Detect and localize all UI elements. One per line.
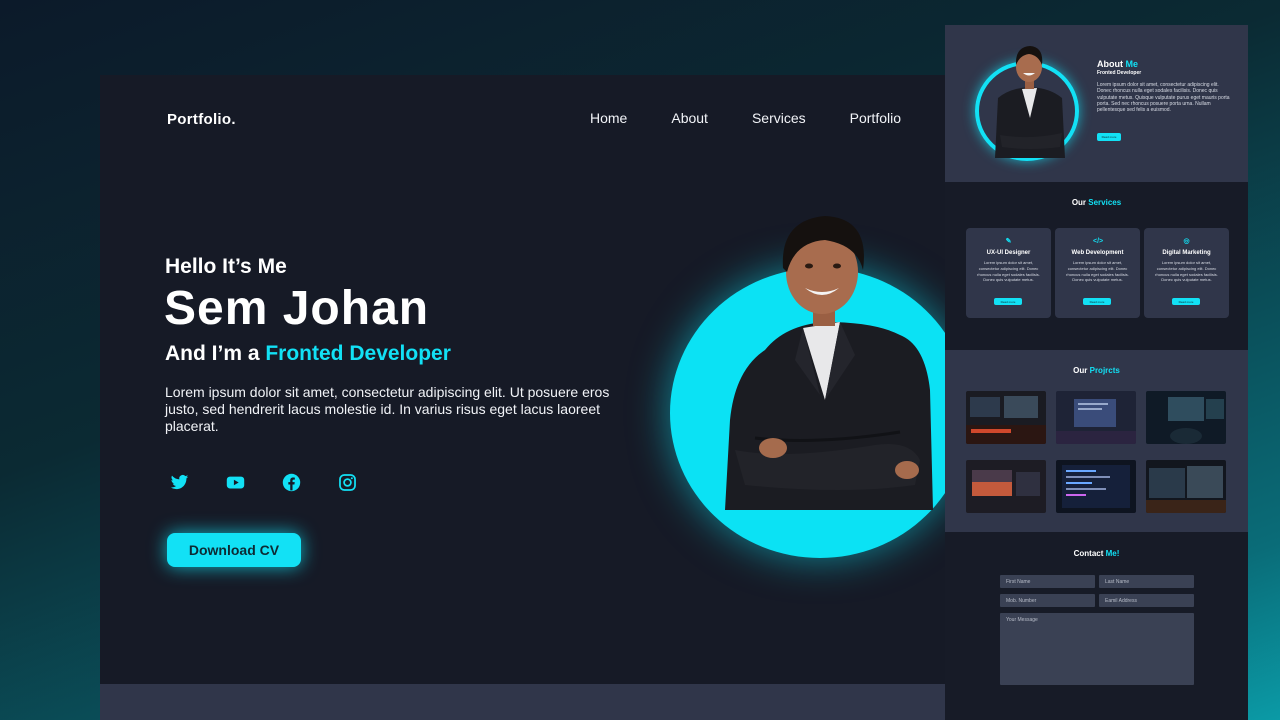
project-thumbnail[interactable] — [1056, 391, 1136, 444]
projects-title-prefix: Our — [1073, 366, 1090, 375]
hero-description: Lorem ipsum dolor sit amet, consectetur … — [165, 384, 610, 434]
services-title: Our Services — [945, 198, 1248, 207]
service-name: Digital Marketing — [1162, 250, 1211, 256]
twitter-icon[interactable] — [170, 473, 189, 492]
projects-title-highlight: Projrcts — [1089, 366, 1120, 375]
first-name-field[interactable] — [1000, 575, 1095, 588]
about-text: Lorem ipsum dolor sit amet, consectetur … — [1097, 82, 1230, 114]
service-read-more-button[interactable]: Read more — [1083, 298, 1111, 305]
hero-greeting: Hello It’s Me — [165, 255, 287, 278]
service-read-more-button[interactable]: Read more — [994, 298, 1022, 305]
about-subtitle: Fronted Developer — [1097, 70, 1142, 76]
youtube-icon[interactable] — [226, 473, 245, 492]
email-field[interactable] — [1099, 594, 1194, 607]
nav-portfolio[interactable]: Portfolio — [850, 110, 901, 126]
services-title-prefix: Our — [1071, 198, 1089, 207]
about-section: About Me Fronted Developer Lorem ipsum d… — [945, 25, 1248, 182]
facebook-icon[interactable] — [282, 473, 301, 492]
projects-title: Our Projrcts — [945, 366, 1248, 375]
next-section-strip — [100, 684, 950, 720]
nav-home[interactable]: Home — [590, 110, 627, 126]
site-preview-panel: About Me Fronted Developer Lorem ipsum d… — [945, 25, 1248, 720]
service-card-ux[interactable]: ✎ UX-UI Designer Lorem ipsum dolor sit a… — [966, 228, 1051, 318]
hero-portrait-image — [725, 216, 933, 510]
project-thumbnail[interactable] — [966, 391, 1046, 444]
portfolio-hero-page: Portfolio. Home About Services Portfolio… — [100, 75, 950, 720]
about-portrait-image — [995, 46, 1065, 158]
main-nav: Home About Services Portfolio — [590, 110, 945, 126]
service-text: Lorem ipsum dolor sit amet, consectetur … — [1066, 260, 1129, 283]
social-links — [170, 473, 357, 492]
about-read-more-button[interactable]: Read more — [1097, 133, 1121, 141]
code-icon: </> — [1093, 238, 1104, 245]
message-field[interactable] — [1000, 613, 1194, 685]
contact-section: Contact Me! — [945, 532, 1248, 720]
hero-name: Sem Johan — [164, 282, 430, 335]
mobile-number-field[interactable] — [1000, 594, 1095, 607]
service-card-marketing[interactable]: ◎ Digital Marketing Lorem ipsum dolor si… — [1144, 228, 1229, 318]
role-prefix: And I’m a — [165, 342, 266, 365]
service-name: Web Development — [1071, 250, 1124, 256]
service-card-web[interactable]: </> Web Development Lorem ipsum dolor si… — [1055, 228, 1140, 318]
role-highlight: Fronted Developer — [265, 342, 451, 365]
instagram-icon[interactable] — [338, 473, 357, 492]
service-name: UX-UI Designer — [986, 250, 1031, 256]
target-icon: ◎ — [1183, 238, 1190, 245]
about-title-highlight: Me — [1125, 59, 1139, 69]
service-text: Lorem ipsum dolor sit amet, consectetur … — [977, 260, 1040, 283]
project-thumbnail[interactable] — [1146, 391, 1226, 444]
services-section: Our Services ✎ UX-UI Designer Lorem ipsu… — [945, 182, 1248, 350]
service-text: Lorem ipsum dolor sit amet, consectetur … — [1155, 260, 1218, 283]
contact-title-prefix: Contact — [1073, 549, 1106, 558]
project-thumbnail[interactable] — [1056, 460, 1136, 513]
services-title-highlight: Services — [1088, 198, 1122, 207]
project-thumbnail[interactable] — [966, 460, 1046, 513]
projects-section: Our Projrcts — [945, 350, 1248, 532]
download-cv-button[interactable]: Download CV — [167, 533, 301, 567]
project-thumbnail[interactable] — [1146, 460, 1226, 513]
contact-title-highlight: Me! — [1105, 549, 1120, 558]
nav-about[interactable]: About — [671, 110, 708, 126]
last-name-field[interactable] — [1099, 575, 1194, 588]
contact-title: Contact Me! — [945, 549, 1248, 558]
nav-services[interactable]: Services — [752, 110, 806, 126]
about-title: About Me — [1097, 59, 1138, 69]
about-title-prefix: About — [1097, 59, 1126, 69]
site-logo[interactable]: Portfolio. — [167, 111, 236, 128]
hero-role: And I’m a Fronted Developer — [165, 342, 451, 366]
pen-icon: ✎ — [1005, 238, 1012, 245]
service-read-more-button[interactable]: Read more — [1172, 298, 1200, 305]
